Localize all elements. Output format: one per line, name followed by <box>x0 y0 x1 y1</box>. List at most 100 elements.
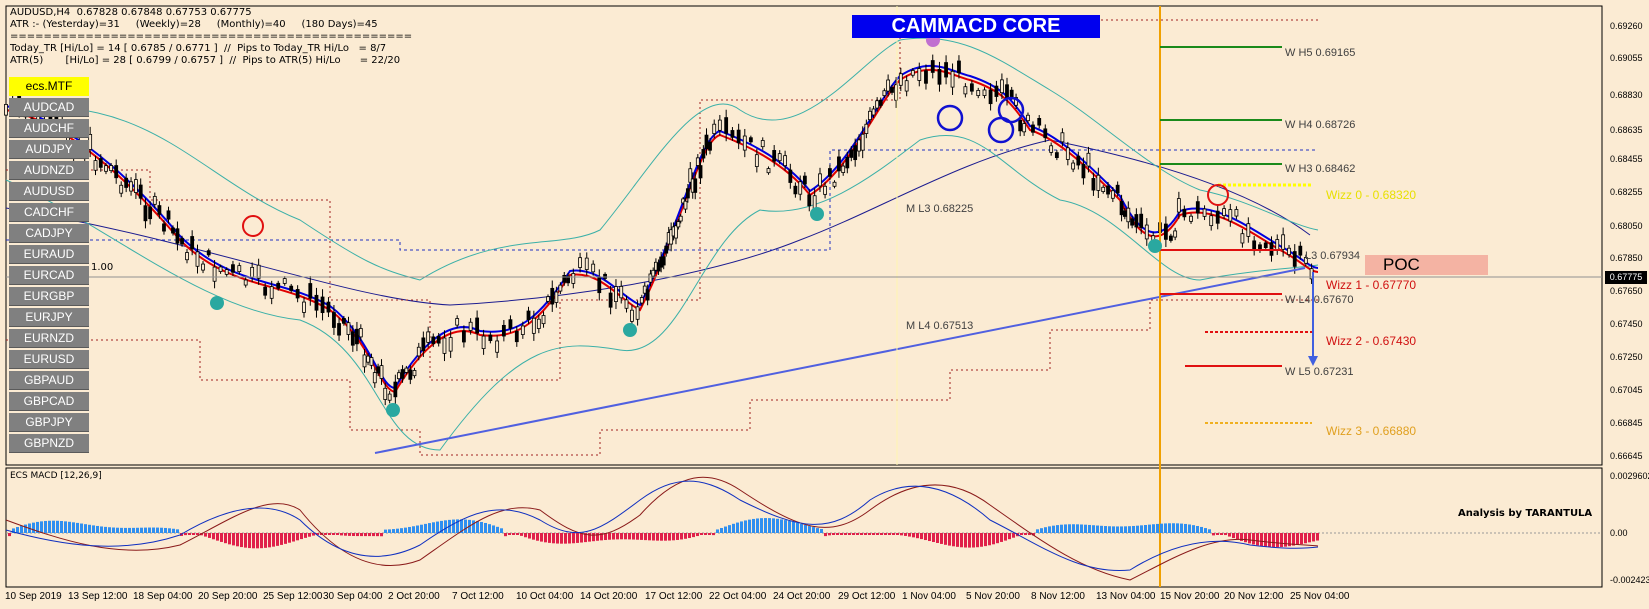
pair-button-gbpjpy[interactable]: GBPJPY <box>9 413 89 432</box>
candle-body <box>701 149 706 159</box>
macd-bar <box>660 533 663 541</box>
pair-button-audnzd[interactable]: AUDNZD <box>9 161 89 180</box>
time-tick: 10 Oct 04:00 <box>516 591 574 602</box>
macd-bar <box>788 520 791 533</box>
macd-bar <box>1012 533 1015 538</box>
pair-button-audjpy[interactable]: AUDJPY <box>9 140 89 159</box>
pair-button-gbpaud[interactable]: GBPAUD <box>9 371 89 390</box>
pivot-h3-label: W H3 0.68462 <box>1285 163 1356 175</box>
macd-bar <box>24 524 27 533</box>
mtf-button[interactable]: ecs.MTF <box>9 77 89 96</box>
macd-bar <box>48 520 51 533</box>
candle-body <box>1240 233 1245 244</box>
candle-body <box>431 336 436 345</box>
macd-bar <box>428 523 431 533</box>
candle-body <box>890 87 894 93</box>
macd-bar <box>332 533 335 535</box>
macd-bar <box>732 523 735 533</box>
macd-bar <box>1136 525 1139 533</box>
candle-body <box>508 319 513 329</box>
candle-body <box>1126 207 1131 223</box>
candle-body <box>664 245 669 254</box>
candle-body <box>1134 214 1139 228</box>
macd-bar <box>1036 529 1039 533</box>
pair-button-euraud[interactable]: EURAUD <box>9 245 89 264</box>
candle-body <box>1269 242 1274 256</box>
macd-bar <box>996 533 999 544</box>
signal-circle-red <box>1207 184 1229 206</box>
pair-button-eurgbp[interactable]: EURGBP <box>9 287 89 306</box>
macd-bar <box>388 529 391 533</box>
pair-button-eurjpy[interactable]: EURJPY <box>9 308 89 327</box>
macd-bar <box>728 525 731 533</box>
macd-bar <box>896 533 899 535</box>
macd-bar <box>356 533 359 537</box>
candle-body <box>793 185 798 195</box>
macd-bar <box>108 527 111 533</box>
macd-bar <box>136 527 139 533</box>
teal-dot <box>210 296 224 310</box>
candle-body <box>676 221 681 228</box>
time-tick: 8 Nov 12:00 <box>1031 591 1085 602</box>
candle-body <box>969 83 974 92</box>
candle-body <box>1144 224 1149 240</box>
candle-body <box>708 141 712 151</box>
chart-window: AUDUSD,H4 0.67828 0.67848 0.67753 0.6777… <box>0 0 1649 609</box>
price-chart[interactable] <box>0 0 1649 609</box>
pair-button-eurusd[interactable]: EURUSD <box>9 350 89 369</box>
candle-body <box>1222 208 1226 216</box>
trend-line[interactable] <box>374 267 1306 454</box>
candle-body <box>404 367 409 373</box>
macd-bar <box>916 533 919 539</box>
pivot-l3-label: L3 0.67934 <box>1305 250 1361 262</box>
macd-bar <box>612 533 615 540</box>
candle-body <box>1031 124 1035 133</box>
pair-button-eurnzd[interactable]: EURNZD <box>9 329 89 348</box>
candle-body <box>1182 208 1187 218</box>
time-tick: 14 Oct 20:00 <box>580 591 638 602</box>
candle-body <box>1065 147 1070 160</box>
candle-body <box>337 323 341 336</box>
macd-bar <box>752 518 755 533</box>
candle-body <box>730 130 735 138</box>
pair-button-audusd[interactable]: AUDUSD <box>9 182 89 201</box>
candle-body <box>98 158 103 168</box>
candle-body <box>218 266 223 272</box>
pair-button-audchf[interactable]: AUDCHF <box>9 119 89 138</box>
candle-body <box>206 250 211 256</box>
candle-body <box>536 318 541 329</box>
candle-body <box>828 168 832 177</box>
macd-bar <box>848 533 851 535</box>
candle-body <box>526 310 531 320</box>
pair-button-gbpnzd[interactable]: GBPNZD <box>9 434 89 453</box>
candle-body <box>1263 242 1268 249</box>
macd-bar <box>1292 533 1295 546</box>
candle-body <box>875 100 880 109</box>
pair-button-eurcad[interactable]: EURCAD <box>9 266 89 285</box>
pair-button-audcad[interactable]: AUDCAD <box>9 98 89 117</box>
macd-bar <box>800 523 803 533</box>
macd-bar <box>644 533 647 541</box>
candle-body <box>514 330 519 343</box>
pair-button-cadjpy[interactable]: CADJPY <box>9 224 89 243</box>
candle-body <box>860 133 865 151</box>
macd-bar <box>416 525 419 533</box>
pair-button-gbpcad[interactable]: GBPCAD <box>9 392 89 411</box>
candle-body <box>376 366 381 374</box>
macd-bar <box>464 519 467 533</box>
macd-bar <box>1100 525 1103 533</box>
price-tick: 0.68455 <box>1610 154 1643 164</box>
macd-bar <box>248 533 251 549</box>
price-tick: 0.69260 <box>1610 21 1643 31</box>
macd-bar <box>768 518 771 533</box>
macd-bar <box>328 533 331 535</box>
price-tick: 0.66845 <box>1610 418 1643 428</box>
time-tick: 17 Oct 12:00 <box>645 591 703 602</box>
candle-body <box>950 70 955 88</box>
macd-bar <box>252 533 255 549</box>
candle-body <box>868 110 872 121</box>
candle-body <box>994 85 999 97</box>
candle-body <box>326 301 331 313</box>
macd-bar <box>892 533 895 535</box>
pair-button-cadchf[interactable]: CADCHF <box>9 203 89 222</box>
